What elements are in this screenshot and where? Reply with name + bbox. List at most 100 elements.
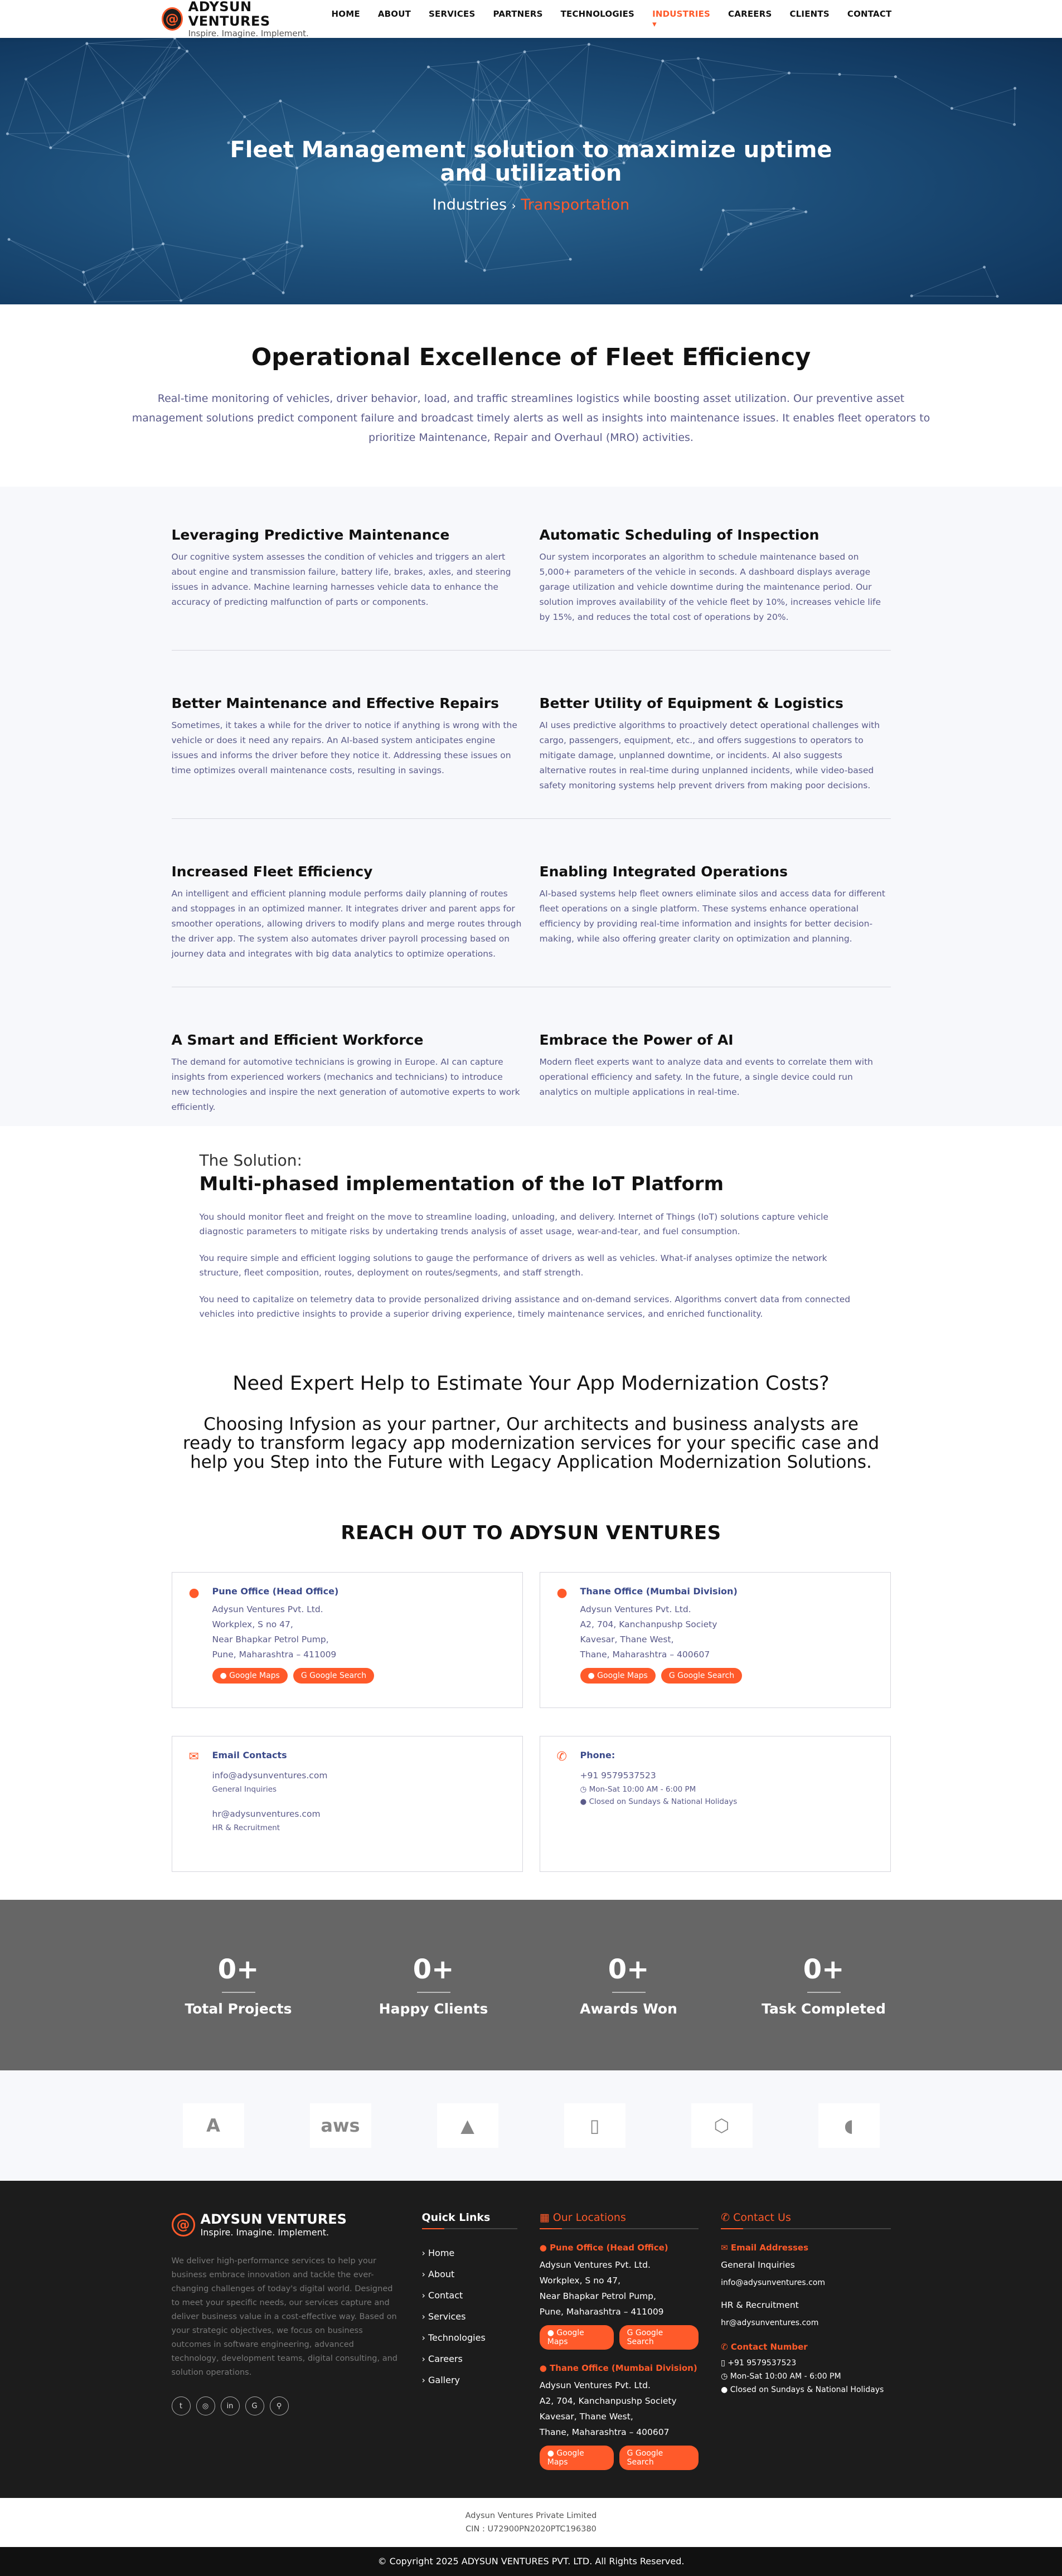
nav-clients[interactable]: CLIENTS: [780, 9, 838, 29]
quick-link[interactable]: › Services: [422, 2306, 517, 2327]
network-node: [282, 292, 285, 294]
footer-thane-title: Thane Office (Mumbai Division): [550, 2363, 697, 2373]
quick-link-label: Contact: [428, 2290, 463, 2301]
footer-email-hr[interactable]: hr@adysunventures.com: [721, 2316, 890, 2330]
brand-tagline: Inspire. Imagine. Implement.: [188, 28, 323, 38]
network-line: [163, 244, 244, 259]
google-maps-button[interactable]: ● Google Maps: [540, 2446, 614, 2470]
quick-link[interactable]: › Gallery: [422, 2370, 517, 2391]
nav-industries[interactable]: INDUSTRIES ▾: [643, 9, 719, 29]
google-search-button[interactable]: G Google Search: [619, 2325, 699, 2350]
phone-number[interactable]: +91 9579537523: [580, 1768, 738, 1783]
brand-name: ADYSUN VENTURES: [188, 0, 323, 28]
intro-title: Operational Excellence of Fleet Efficien…: [0, 343, 1062, 371]
nav-home[interactable]: HOME: [323, 9, 369, 29]
google-search-button[interactable]: G Google Search: [293, 1668, 374, 1684]
nav-technologies[interactable]: TECHNOLOGIES: [552, 9, 643, 29]
company-legal-name: Adysun Ventures Private Limited: [0, 2509, 1062, 2522]
network-line: [729, 212, 806, 234]
feature-card: Embrace the Power of AIModern fleet expe…: [540, 1032, 891, 1115]
reach-title: REACH OUT TO ADYSUN VENTURES: [172, 1522, 891, 1544]
email-addresses-title: Email Addresses: [731, 2243, 808, 2253]
google-maps-button[interactable]: ● Google Maps: [580, 1668, 656, 1684]
social-icon[interactable]: in: [221, 2396, 240, 2415]
title-underline: [540, 2228, 699, 2229]
quick-link[interactable]: › Home: [422, 2243, 517, 2264]
clock-icon: ◷: [721, 2372, 730, 2381]
address-line: Adysun Ventures Pvt. Ltd.: [540, 2257, 699, 2273]
address-line: Pune, Maharashtra – 411009: [540, 2304, 699, 2320]
quick-link-label: Technologies: [428, 2332, 486, 2343]
network-line: [701, 224, 751, 270]
office-hours: Mon-Sat 10:00 AM - 6:00 PM: [589, 1785, 696, 1794]
technology-logos: Aaws▲▯⬡◖: [0, 2070, 1062, 2181]
address-line: Pune, Maharashtra – 411009: [212, 1647, 375, 1662]
address-line: A2, 704, Kanchanpushp Society: [580, 1617, 743, 1632]
brand-logo[interactable]: @ ADYSUN VENTURES Inspire. Imagine. Impl…: [162, 0, 323, 38]
stat-item: 0+Happy Clients: [367, 1954, 501, 2017]
nav-contact[interactable]: CONTACT: [838, 9, 901, 29]
quick-link[interactable]: › Contact: [422, 2285, 517, 2306]
feature-card: Better Utility of Equipment & LogisticsA…: [540, 695, 891, 793]
breadcrumb-industries[interactable]: Industries: [433, 196, 507, 214]
site-header: @ ADYSUN VENTURES Inspire. Imagine. Impl…: [0, 0, 1062, 38]
stat-number: 0+: [562, 1954, 696, 1985]
solution-para-3: You need to capitalize on telemetry data…: [200, 1292, 863, 1321]
google-maps-label: Google Maps: [547, 2449, 584, 2467]
feature-divider: [172, 818, 891, 819]
address-line: Near Bhapkar Petrol Pump,: [212, 1632, 375, 1647]
footer-hours: Mon-Sat 10:00 AM - 6:00 PM: [730, 2372, 841, 2381]
contact-us-title: Contact Us: [733, 2211, 791, 2224]
google-maps-button[interactable]: ● Google Maps: [212, 1668, 288, 1684]
google-search-button[interactable]: G Google Search: [619, 2446, 699, 2470]
footer-logo[interactable]: @ ADYSUN VENTURES Inspire. Imagine. Impl…: [172, 2211, 400, 2238]
solution-para-1: You should monitor fleet and freight on …: [200, 1210, 863, 1239]
address-line: Kavesar, Thane West,: [540, 2409, 699, 2424]
quick-link-label: Home: [428, 2248, 454, 2258]
network-node: [252, 272, 255, 275]
stat-number: 0+: [757, 1954, 891, 1985]
stat-item: 0+Total Projects: [172, 1954, 305, 2017]
address-line: Adysun Ventures Pvt. Ltd.: [580, 1602, 743, 1617]
quick-link[interactable]: › Careers: [422, 2349, 517, 2370]
hr-label: HR & Recruitment: [721, 2297, 890, 2313]
stats-section: 0+Total Projects0+Happy Clients0+Awards …: [0, 1900, 1062, 2070]
nav-services[interactable]: SERVICES: [420, 9, 484, 29]
feature-card: Better Maintenance and Effective Repairs…: [172, 695, 523, 793]
footer-brand-name: ADYSUN VENTURES: [201, 2211, 347, 2227]
social-icon[interactable]: G: [245, 2396, 264, 2415]
thane-office-title: Thane Office (Mumbai Division): [580, 1586, 743, 1597]
google-maps-label: Google Maps: [547, 2328, 584, 2346]
feature-card: Automatic Scheduling of InspectionOur sy…: [540, 527, 891, 625]
google-search-button[interactable]: G Google Search: [661, 1668, 742, 1684]
social-icon[interactable]: t: [172, 2396, 191, 2415]
nav-careers[interactable]: CAREERS: [719, 9, 780, 29]
map-pin-icon: ●: [557, 1586, 574, 1694]
network-line: [181, 259, 244, 300]
phone-icon: ✆: [721, 2211, 733, 2224]
address-line: Kavesar, Thane West,: [580, 1632, 743, 1647]
quick-link-label: Careers: [428, 2354, 463, 2364]
network-line: [84, 272, 95, 302]
quick-link[interactable]: › About: [422, 2264, 517, 2285]
quick-link[interactable]: › Technologies: [422, 2327, 517, 2349]
network-line: [9, 240, 85, 285]
network-node: [8, 238, 11, 241]
google-maps-button[interactable]: ● Google Maps: [540, 2325, 614, 2350]
email-general[interactable]: info@adysunventures.com: [212, 1768, 328, 1783]
social-icon[interactable]: ⚲: [270, 2396, 289, 2415]
social-icon[interactable]: ◎: [196, 2396, 215, 2415]
google-search-label: Google Search: [677, 1671, 734, 1680]
nav-about[interactable]: ABOUT: [369, 9, 420, 29]
footer-phone[interactable]: +91 9579537523: [728, 2359, 796, 2368]
footer-email-info[interactable]: info@adysunventures.com: [721, 2276, 890, 2289]
network-line: [85, 285, 95, 302]
nav-partners[interactable]: PARTNERS: [484, 9, 552, 29]
network-node: [83, 283, 86, 286]
email-hr[interactable]: hr@adysunventures.com: [212, 1807, 328, 1822]
address-line: A2, 704, Kanchanpushp Society: [540, 2393, 699, 2409]
feature-text: Sometimes, it takes a while for the driv…: [172, 718, 523, 778]
network-line: [484, 259, 570, 270]
google-search-label: Google Search: [309, 1671, 366, 1680]
network-line: [133, 244, 163, 249]
